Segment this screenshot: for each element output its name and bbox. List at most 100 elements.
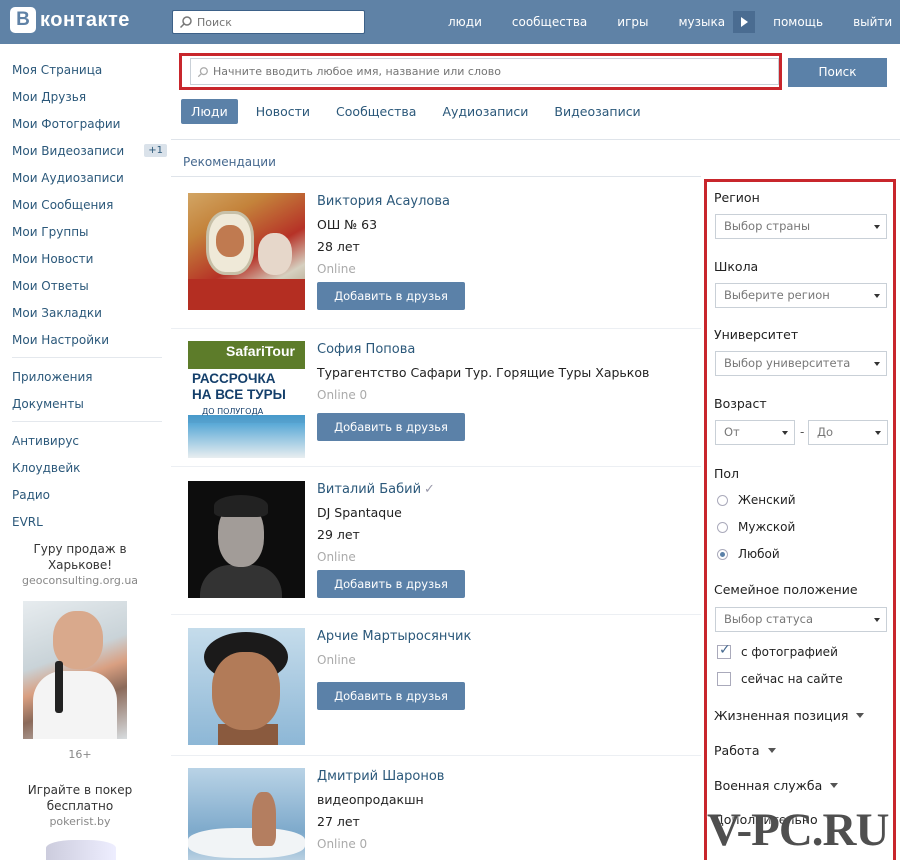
nav-logout[interactable]: выйти bbox=[853, 15, 892, 29]
chevron-down-icon bbox=[782, 431, 788, 435]
person-name[interactable]: София Попова bbox=[317, 341, 649, 363]
verified-check-icon: ✓ bbox=[424, 482, 435, 497]
marital-status-value: Выбор статуса bbox=[724, 612, 813, 626]
radio-label: Женский bbox=[738, 493, 796, 507]
person-avatar[interactable] bbox=[188, 481, 305, 598]
person-name[interactable]: Виталий Бабий ✓ bbox=[317, 481, 465, 503]
main-search-input[interactable] bbox=[213, 65, 773, 78]
chevron-down-icon bbox=[874, 618, 880, 622]
sidebar-ad-1[interactable]: Гуру продаж в Харькове! geoconsulting.or… bbox=[10, 541, 150, 589]
sidebar-item-evrl[interactable]: EVRL bbox=[12, 508, 167, 535]
videos-count-badge[interactable]: +1 bbox=[144, 144, 167, 157]
sidebar-divider bbox=[12, 421, 162, 422]
sidebar-item-friends[interactable]: Мои Друзья bbox=[12, 83, 167, 110]
person-avatar[interactable]: SafariTour РАССРОЧКА НА ВСЕ ТУРЫ ДО ПОЛУГ… bbox=[188, 341, 305, 458]
sidebar-ad-2[interactable]: Играйте в покер бесплатно pokerist.by bbox=[10, 782, 150, 830]
radio-button[interactable] bbox=[717, 521, 728, 533]
nav-music[interactable]: музыка bbox=[678, 15, 725, 29]
radio-button[interactable] bbox=[717, 494, 728, 506]
sidebar-item-news[interactable]: Мои Новости bbox=[12, 245, 167, 272]
sidebar-item-radio[interactable]: Радио bbox=[12, 481, 167, 508]
tab-video[interactable]: Видеозаписи bbox=[544, 99, 650, 124]
university-select[interactable]: Выбор университета bbox=[715, 351, 887, 376]
age-to-select[interactable]: До bbox=[808, 420, 888, 445]
sidebar-item-bookmarks[interactable]: Мои Закладки bbox=[12, 299, 167, 326]
tab-communities[interactable]: Сообщества bbox=[326, 99, 426, 124]
add-friend-button[interactable]: Добавить в друзья bbox=[317, 682, 465, 710]
region-select-value: Выбор страны bbox=[724, 219, 811, 233]
ad-image[interactable] bbox=[23, 601, 127, 739]
sidebar-item-groups[interactable]: Мои Группы bbox=[12, 218, 167, 245]
vk-logo[interactable]: В контакте bbox=[10, 7, 130, 33]
sidebar-item-label: Мои Настройки bbox=[12, 332, 110, 347]
person-age: 29 лет bbox=[317, 527, 360, 542]
play-icon[interactable] bbox=[733, 11, 756, 33]
main-search-highlight bbox=[179, 53, 782, 90]
sidebar-item-documents[interactable]: Документы bbox=[12, 390, 167, 417]
chevron-down-icon bbox=[875, 431, 881, 435]
person-name[interactable]: Дмитрий Шаронов bbox=[317, 768, 444, 790]
sidebar-item-photos[interactable]: Мои Фотографии bbox=[12, 110, 167, 137]
main-search-field[interactable] bbox=[190, 58, 779, 85]
tab-audio[interactable]: Аудиозаписи bbox=[432, 99, 538, 124]
sex-option-female[interactable]: Женский bbox=[717, 493, 796, 507]
sidebar-item-messages[interactable]: Мои Сообщения bbox=[12, 191, 167, 218]
ad-image[interactable] bbox=[46, 840, 116, 860]
nav-games[interactable]: игры bbox=[617, 15, 648, 29]
person-avatar[interactable] bbox=[188, 193, 305, 310]
person-workplace: Турагентство Сафари Тур. Горящие Туры Ха… bbox=[317, 365, 650, 380]
radio-button-selected[interactable] bbox=[717, 548, 728, 560]
sidebar-item-label: Антивирус bbox=[12, 433, 80, 448]
tab-news[interactable]: Новости bbox=[246, 99, 320, 124]
sidebar-item-my-page[interactable]: Моя Страница bbox=[12, 56, 167, 83]
person-name[interactable]: Арчие Мартыросянчик bbox=[317, 628, 471, 650]
tab-people[interactable]: Люди bbox=[181, 99, 238, 124]
with-photo-checkbox[interactable]: с фотографией bbox=[717, 642, 838, 659]
sidebar-item-settings[interactable]: Мои Настройки bbox=[12, 326, 167, 353]
expand-life-position[interactable]: Жизненная позиция bbox=[714, 708, 865, 723]
divider bbox=[171, 176, 701, 177]
add-friend-button[interactable]: Добавить в друзья bbox=[317, 570, 465, 598]
sidebar-item-cloudwake[interactable]: Клоудвейк bbox=[12, 454, 167, 481]
sidebar-item-label: Клоудвейк bbox=[12, 460, 81, 475]
sidebar-item-label: Документы bbox=[12, 396, 84, 411]
radio-label: Любой bbox=[738, 547, 780, 561]
ad-age-caption: 16+ bbox=[10, 746, 150, 763]
nav-help[interactable]: помощь bbox=[773, 15, 823, 29]
expander-label: Работа bbox=[714, 743, 760, 758]
expand-work[interactable]: Работа bbox=[714, 743, 776, 758]
school-select-value: Выберите регион bbox=[724, 288, 830, 302]
region-select[interactable]: Выбор страны bbox=[715, 214, 887, 239]
age-from-select[interactable]: От bbox=[715, 420, 795, 445]
sex-option-any[interactable]: Любой bbox=[717, 547, 780, 561]
sidebar-item-audio[interactable]: Мои Аудиозаписи bbox=[12, 164, 167, 191]
nav-communities[interactable]: сообщества bbox=[512, 15, 587, 29]
sidebar-item-antivirus[interactable]: Антивирус bbox=[12, 427, 167, 454]
person-avatar[interactable] bbox=[188, 768, 305, 860]
nav-people[interactable]: люди bbox=[448, 15, 482, 29]
person-avatar[interactable] bbox=[188, 628, 305, 745]
checkbox[interactable] bbox=[717, 672, 731, 686]
school-select[interactable]: Выберите регион bbox=[715, 283, 887, 308]
person-school: ОШ № 63 bbox=[317, 217, 378, 232]
sidebar-item-label: Моя Страница bbox=[12, 62, 103, 77]
person-name[interactable]: Виктория Асаулова bbox=[317, 193, 465, 215]
marital-status-select[interactable]: Выбор статуса bbox=[715, 607, 887, 632]
left-sidebar: Моя Страница Мои Друзья Мои Фотографии М… bbox=[12, 56, 167, 535]
sex-option-male[interactable]: Мужской bbox=[717, 520, 795, 534]
university-label: Университет bbox=[714, 327, 799, 342]
online-now-checkbox[interactable]: сейчас на сайте bbox=[717, 672, 843, 686]
checkbox-checked[interactable] bbox=[717, 642, 731, 659]
add-friend-button[interactable]: Добавить в друзья bbox=[317, 282, 465, 310]
online-status: Online bbox=[317, 550, 356, 564]
expand-military[interactable]: Военная служба bbox=[714, 778, 839, 793]
top-search-box[interactable] bbox=[172, 10, 365, 34]
sidebar-item-answers[interactable]: Мои Ответы bbox=[12, 272, 167, 299]
avatar-promo-line: РАССРОЧКА bbox=[192, 371, 276, 386]
top-search-input[interactable] bbox=[197, 15, 357, 29]
search-button[interactable]: Поиск bbox=[788, 58, 887, 87]
sidebar-item-videos[interactable]: Мои Видеозаписи +1 bbox=[12, 137, 167, 164]
add-friend-button[interactable]: Добавить в друзья bbox=[317, 413, 465, 441]
chevron-down-icon bbox=[874, 225, 880, 229]
sidebar-item-apps[interactable]: Приложения bbox=[12, 363, 167, 390]
